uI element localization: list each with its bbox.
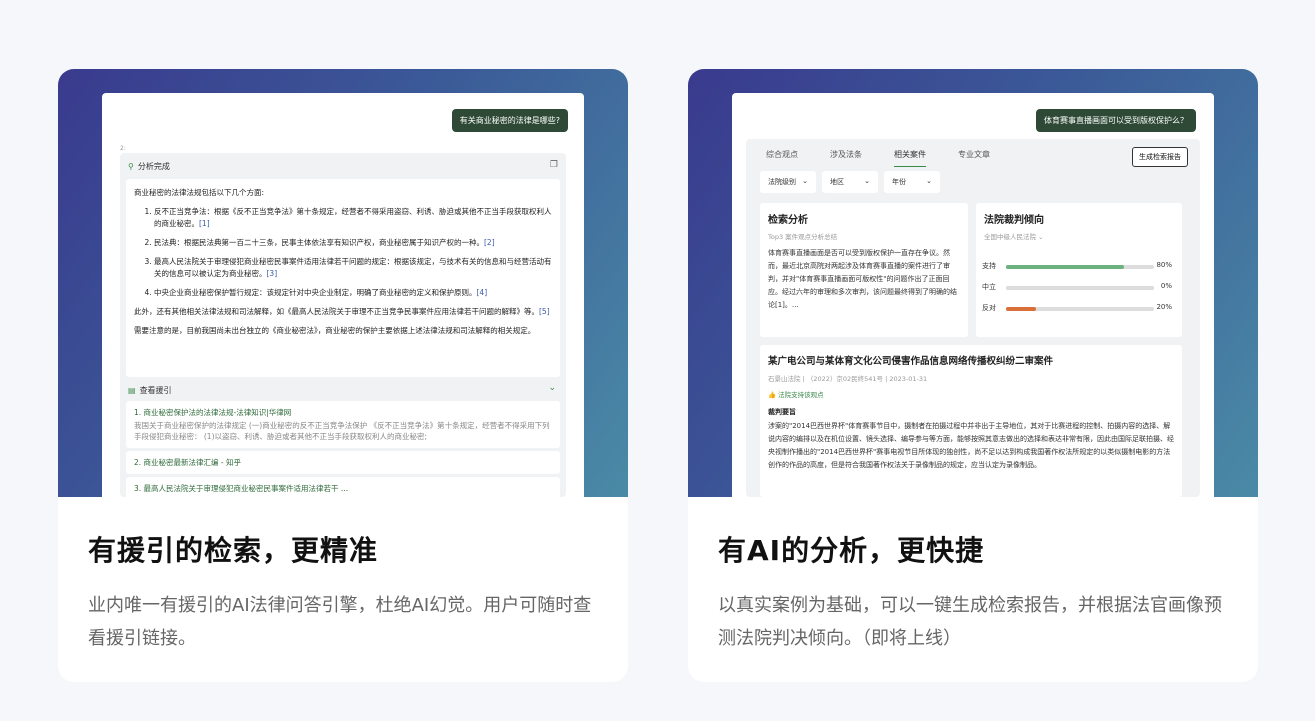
tab-overview[interactable]: 综合观点 (766, 149, 798, 167)
answer-note: 需要注意的是，目前我国尚未出台独立的《商业秘密法》，商业秘密的保护主要依据上述法… (134, 326, 536, 335)
list-item: 最高人民法院关于审理侵犯商业秘密民事案件适用法律若干问题的规定：根据该规定，与技… (154, 256, 552, 280)
search-analysis-box: 检索分析 Top3 案件观点分析总结 体育赛事直播画面是否可以受到版权保护一直存… (760, 203, 968, 337)
analysis-label: 分析完成 (137, 162, 170, 171)
court-tendency-box: 法院裁判倾向 全国中级人民法院 ⌄ 支持 80% 中立 0% 反对 20% (976, 203, 1182, 337)
chevron-down-icon: ⌄ (864, 177, 870, 185)
list-item: 民法典：根据民法典第一百二十三条，民事主体依法享有知识产权，商业秘密属于知识产权… (154, 237, 552, 249)
filter-bar: 法院级别 ⌄ 地区 ⌄ 年份 ⌄ (760, 171, 940, 193)
year-select[interactable]: 年份 ⌄ (884, 171, 940, 193)
card-description: 业内唯一有援引的AI法律问答引擎，杜绝AI幻觉。用户可随时查看援引链接。 (88, 595, 592, 649)
citation-link[interactable]: [1] (199, 219, 210, 228)
source-title[interactable]: 3. 最高人民法院关于审理侵犯商业秘密民事案件适用法律若干 ... (134, 483, 552, 494)
feature-card-citation: 有关商业秘密的法律是哪些? 2: ⚲ 分析完成 ❐ 商业秘密的法律法规包括以下几个… (58, 69, 628, 682)
book-icon: ▤ (128, 386, 136, 395)
sources-label: 查看援引 (139, 386, 172, 395)
answer-panel: ⚲分析完成 ❐ 商业秘密的法律法规包括以下几个方面: 反不正当竞争法：根据《反不… (120, 153, 566, 497)
case-meta: 石景山法院 | （2022）京02民终541号 | 2023-01-31 (768, 375, 928, 383)
card-title: 有AI的分析，更快捷 (718, 534, 985, 567)
case-tag: 👍 法院支持该观点 (768, 391, 824, 399)
citation-link[interactable]: [4] (477, 288, 488, 297)
tendency-row-neutral: 中立 0% (982, 282, 1172, 291)
tendency-scope[interactable]: 全国中级人民法院 ⌄ (984, 231, 1174, 241)
citation-link[interactable]: [2] (484, 238, 495, 247)
chevron-down-icon: ⌄ (1038, 233, 1044, 241)
card-title: 有援引的检索，更精准 (88, 534, 379, 567)
source-item[interactable]: 1. 商业秘密保护法的法律法规-法律知识|华律网 我国关于商业秘密保护的法律规定… (126, 401, 560, 448)
case-title[interactable]: 某广电公司与某体育文化公司侵害作品信息网络传播权纠纷二审案件 (768, 353, 1174, 367)
chevron-down-icon[interactable]: ⌄ (548, 383, 556, 393)
analysis-window-mockup: 体育赛事直播画面可以受到版权保护么？ 综合观点 涉及法条 相关案件 专业文章 生… (732, 93, 1214, 497)
copy-icon[interactable]: ❐ (550, 160, 558, 170)
answer-list: 反不正当竞争法：根据《反不正当竞争法》第十条规定，经营者不得采用盗窃、利诱、胁迫… (134, 206, 552, 299)
case-card[interactable]: 某广电公司与某体育文化公司侵害作品信息网络传播权纠纷二审案件 石景山法院 | （… (760, 345, 1182, 497)
citation-link[interactable]: [3] (267, 269, 278, 278)
source-desc: 我国关于商业秘密保护的法律规定 (一)商业秘密的反不正当竞争法保护 《反不正当竞… (134, 421, 550, 441)
question-bubble: 体育赛事直播画面可以受到版权保护么？ (1036, 109, 1196, 132)
chevron-down-icon: ⌄ (802, 177, 808, 185)
region-select[interactable]: 地区 ⌄ (822, 171, 878, 193)
tab-statutes[interactable]: 涉及法条 (830, 149, 862, 167)
answer-extra: 此外，还有其他相关法律法规和司法解释，如《最高人民法院关于审理不正当竞争民事案件… (134, 307, 550, 316)
tendency-row-oppose: 反对 20% (982, 303, 1172, 312)
result-tabs: 综合观点 涉及法条 相关案件 专业文章 (766, 149, 1022, 167)
analysis-status: ⚲ 分析完成 (128, 161, 170, 172)
analysis-subtitle: Top3 案件观点分析总结 (768, 233, 838, 241)
court-level-select[interactable]: 法院级别 ⌄ (760, 171, 816, 193)
results-panel: 综合观点 涉及法条 相关案件 专业文章 生成检索报告 法院级别 ⌄ 地区 ⌄ 年份 ⌄… (746, 139, 1200, 497)
card-hero-right: 体育赛事直播画面可以受到版权保护么？ 综合观点 涉及法条 相关案件 专业文章 生… (688, 69, 1258, 497)
thumbs-up-icon: 👍 (768, 391, 777, 399)
source-title[interactable]: 2. 商业秘密最新法律汇编 - 知乎 (134, 457, 552, 468)
chevron-down-icon: ⌄ (926, 177, 932, 185)
tendency-title: 法院裁判倾向 (984, 215, 1044, 226)
case-section-label: 裁判要旨 (768, 408, 796, 416)
feature-card-analysis: 体育赛事直播画面可以受到版权保护么？ 综合观点 涉及法条 相关案件 专业文章 生… (688, 69, 1258, 682)
list-item: 反不正当竞争法：根据《反不正当竞争法》第十条规定，经营者不得采用盗窃、利诱、胁迫… (154, 206, 552, 230)
analysis-text: 体育赛事直播画面是否可以受到版权保护一直存在争议。然而，最近北京高院对两起涉及体… (768, 249, 957, 309)
tab-related-cases[interactable]: 相关案件 (894, 149, 926, 167)
sources-header[interactable]: ▤ 查看援引 (128, 385, 172, 396)
source-title[interactable]: 1. 商业秘密保护法的法律法规-法律知识|华律网 (134, 407, 552, 418)
card-hero-left: 有关商业秘密的法律是哪些? 2: ⚲ 分析完成 ❐ 商业秘密的法律法规包括以下几个… (58, 69, 628, 497)
question-bubble: 有关商业秘密的法律是哪些? (451, 109, 568, 132)
card-description: 以真实案例为基础，可以一键生成检索报告，并根据法官画像预测法院判决倾向。（即将上… (718, 595, 1222, 649)
analysis-title: 检索分析 (768, 215, 808, 226)
stray-mark: 2: (120, 145, 126, 152)
tendency-row-support: 支持 80% (982, 261, 1172, 270)
source-item[interactable]: 2. 商业秘密最新法律汇编 - 知乎 (126, 451, 560, 474)
citation-link[interactable]: [5] (539, 307, 550, 316)
chat-window-mockup: 有关商业秘密的法律是哪些? 2: ⚲ 分析完成 ❐ 商业秘密的法律法规包括以下几个… (102, 93, 584, 497)
answer-intro: 商业秘密的法律法规包括以下几个方面: (134, 188, 265, 197)
answer-body: 商业秘密的法律法规包括以下几个方面: 反不正当竞争法：根据《反不正当竞争法》第十… (126, 179, 560, 377)
search-icon: ⚲ (128, 162, 134, 171)
tendency-bar-oppose (1006, 307, 1036, 311)
list-item: 中央企业商业秘密保护暂行规定：该规定针对中央企业制定，明确了商业秘密的定义和保护… (154, 287, 552, 299)
source-item[interactable]: 3. 最高人民法院关于审理侵犯商业秘密民事案件适用法律若干 ... (126, 477, 560, 497)
case-text: 涉案的"2014巴西世界杯"体育赛事节目中，摄制者在拍摄过程中并非出于主导地位，… (768, 422, 1174, 469)
generate-report-button[interactable]: 生成检索报告 (1132, 147, 1188, 167)
tab-articles[interactable]: 专业文章 (958, 149, 990, 167)
tendency-bar-support (1006, 265, 1125, 269)
